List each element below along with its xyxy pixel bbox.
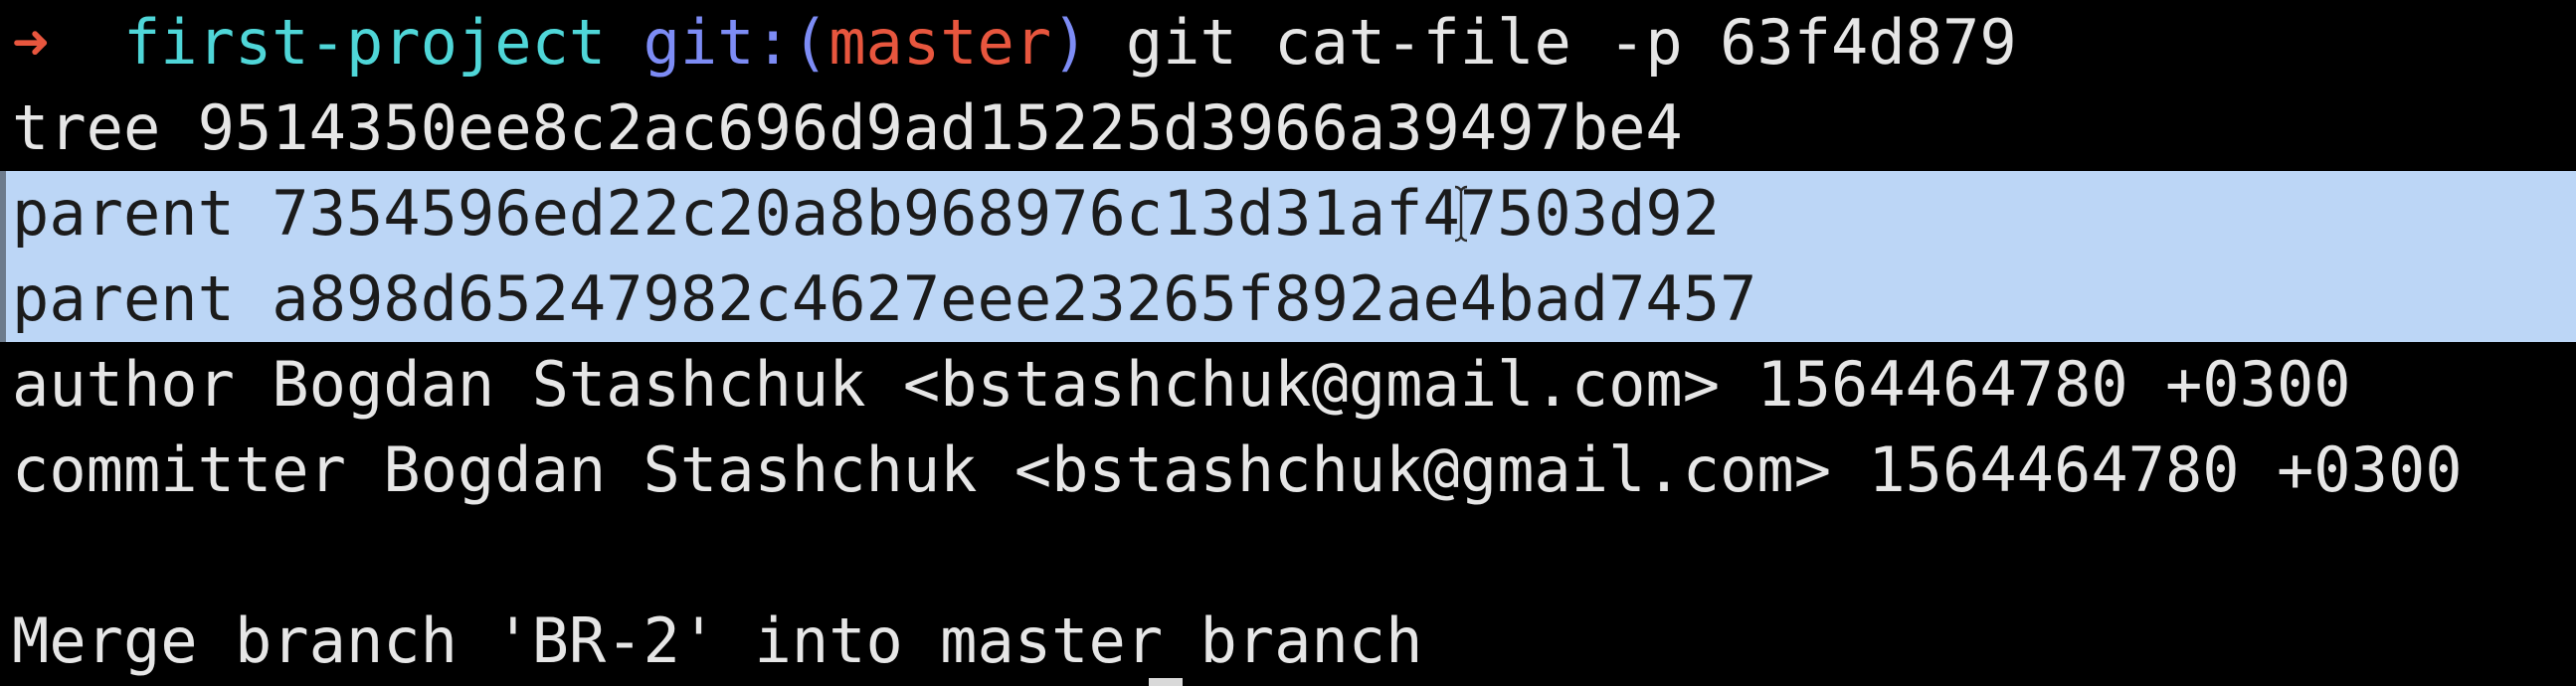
output-parent-line-2: parent a898d65247982c4627eee23265f892ae4… (12, 262, 1757, 335)
parent-1-prefix: parent 7354596ed22c20a8b968976c13d31af (12, 177, 1423, 250)
output-author-line: author Bogdan Stashchuk <bstashchuk@gmai… (12, 348, 2351, 421)
terminal-window[interactable]: ➜ first-project git:(master) git cat-fil… (0, 0, 2576, 686)
prompt-directory: first-project (122, 6, 607, 79)
i-beam-cursor-icon (1454, 185, 1468, 243)
prompt-arrow-icon: ➜ (12, 6, 50, 79)
output-tree-line: tree 9514350ee8c2ac696d9ad15225d3966a394… (12, 91, 1683, 164)
output-committer-line: committer Bogdan Stashchuk <bstashchuk@g… (12, 433, 2463, 506)
prompt-git-prefix: git:( (643, 6, 829, 79)
prompt-git-suffix: ) (1051, 6, 1089, 79)
prompt-branch: master (828, 6, 1052, 79)
selection-edge (0, 171, 6, 342)
output-message-line: Merge branch 'BR-2' into master branch (12, 604, 1423, 677)
terminal-cursor (1149, 678, 1183, 686)
command-text: git cat-file -p 63f4d879 (1125, 6, 2017, 79)
prompt-line: ➜ first-project git:(master) git cat-fil… (12, 0, 2017, 86)
